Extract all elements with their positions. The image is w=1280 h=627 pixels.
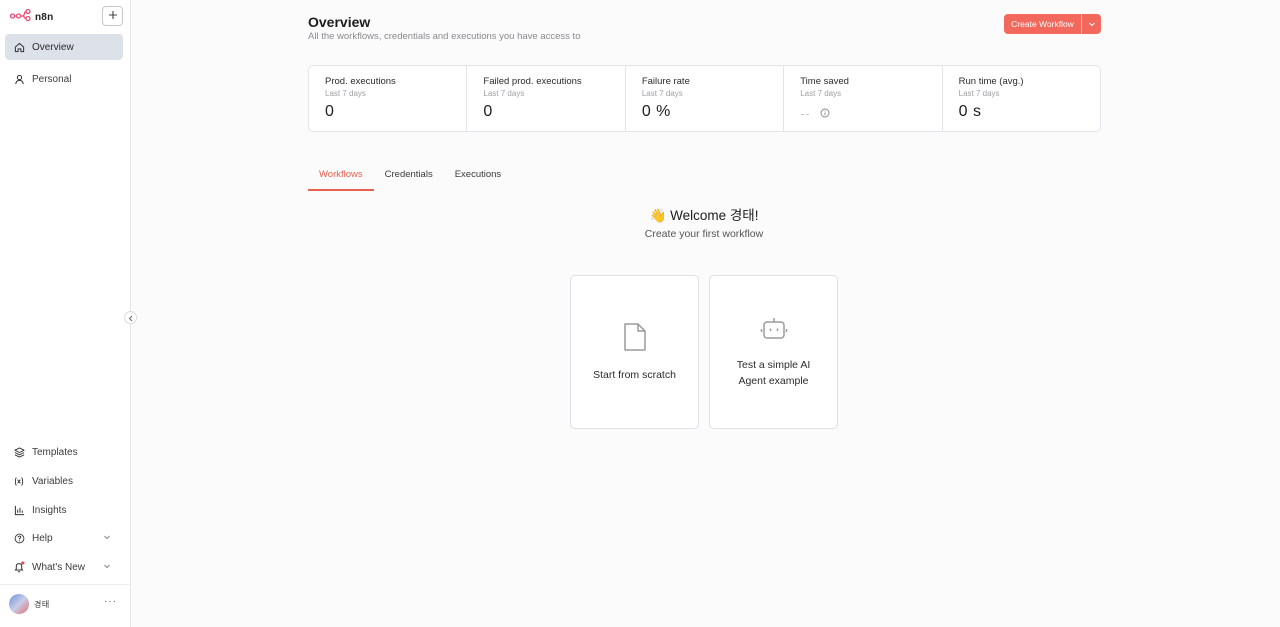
start-from-scratch-card[interactable]: Start from scratch <box>570 275 699 429</box>
file-icon <box>622 322 648 357</box>
user-icon <box>13 73 25 85</box>
sidebar-item-label: Variables <box>32 475 73 487</box>
sidebar-item-label: Personal <box>32 73 72 85</box>
home-icon <box>13 41 25 53</box>
templates-icon <box>13 446 25 458</box>
brand-name: n8n <box>35 11 54 23</box>
card-label-line: Agent example <box>738 374 809 387</box>
brand-logo[interactable]: n8n <box>9 8 54 26</box>
chart-bar-icon <box>13 504 25 516</box>
chevron-left-icon <box>128 309 134 327</box>
collapse-sidebar-button[interactable] <box>124 311 137 324</box>
welcome-heading: 👋 Welcome 경태! <box>649 208 759 223</box>
sidebar-item-label: Overview <box>32 41 74 53</box>
stat-label: Time saved <box>800 76 849 87</box>
tab-executions[interactable]: Executions <box>444 166 512 186</box>
user-name: 경태 <box>34 599 50 609</box>
chevron-down-icon <box>1088 15 1096 33</box>
stat-value: 0 <box>325 103 335 120</box>
sidebar-item-templates[interactable]: Templates <box>5 439 123 465</box>
n8n-logo-icon <box>9 8 31 26</box>
resource-tabs: Workflows Credentials Executions <box>308 166 512 191</box>
stat-prod-executions[interactable]: Prod. executions Last 7 days 0 <box>309 66 468 131</box>
chevron-down-icon <box>103 533 111 544</box>
stat-run-time[interactable]: Run time (avg.) Last 7 days 0 s <box>943 66 1100 131</box>
sidebar-divider <box>0 584 130 585</box>
stat-label: Prod. executions <box>325 76 396 87</box>
user-menu[interactable]: 경태 ··· <box>9 594 121 614</box>
sidebar-item-help[interactable]: Help <box>5 525 123 551</box>
stat-label: Failed prod. executions <box>483 76 582 87</box>
stat-time-saved[interactable]: Time saved Last 7 days -- <box>784 66 943 131</box>
stat-period: Last 7 days <box>641 89 683 98</box>
info-icon[interactable] <box>820 106 830 121</box>
ai-agent-example-card[interactable]: Test a simple AI Agent example <box>709 275 838 429</box>
stat-failure-rate[interactable]: Failure rate Last 7 days 0 % <box>626 66 785 131</box>
card-label: Test a simple AI Agent example <box>737 357 811 389</box>
variables-icon <box>13 475 25 487</box>
insights-summary: Prod. executions Last 7 days 0 Failed pr… <box>308 65 1101 132</box>
create-workflow-button-group: Create Workflow <box>1004 14 1101 34</box>
stat-value: -- <box>800 106 810 121</box>
stat-period: Last 7 days <box>325 89 366 98</box>
more-options-icon[interactable]: ··· <box>104 597 117 607</box>
plus-icon <box>108 7 118 25</box>
sidebar-item-whats-new[interactable]: What's New <box>5 554 123 580</box>
card-label: Start from scratch <box>593 368 676 381</box>
robot-icon <box>760 316 788 347</box>
add-new-button[interactable] <box>102 6 123 26</box>
stat-value: 0 s <box>958 103 982 120</box>
sidebar-item-personal[interactable]: Personal <box>5 66 123 92</box>
sidebar-item-label: What's New <box>32 561 86 573</box>
stat-period: Last 7 days <box>483 89 525 98</box>
sidebar-item-insights[interactable]: Insights <box>5 497 123 523</box>
sidebar-item-variables[interactable]: Variables <box>5 468 123 494</box>
stat-period: Last 7 days <box>958 89 1000 98</box>
chevron-down-icon <box>103 562 111 573</box>
stat-value: 0 <box>483 103 493 120</box>
sidebar-item-label: Insights <box>32 504 67 516</box>
create-workflow-dropdown-button[interactable] <box>1081 14 1101 34</box>
sidebar-item-overview[interactable]: Overview <box>5 34 123 60</box>
tab-workflows[interactable]: Workflows <box>308 166 374 191</box>
create-workflow-button[interactable]: Create Workflow <box>1004 14 1081 34</box>
avatar <box>9 594 29 614</box>
stat-value-row: -- <box>800 106 941 121</box>
page-subtitle: All the workflows, credentials and execu… <box>308 31 581 42</box>
sidebar-item-label: Templates <box>32 446 78 458</box>
card-label-line: Test a simple AI <box>736 358 811 371</box>
page-title: Overview <box>308 14 371 30</box>
stat-value: 0 % <box>641 103 671 120</box>
help-icon <box>13 532 25 544</box>
stat-failed-prod-executions[interactable]: Failed prod. executions Last 7 days 0 <box>467 66 626 131</box>
stat-label: Failure rate <box>641 76 690 87</box>
tab-credentials[interactable]: Credentials <box>374 166 444 186</box>
sidebar: n8n Overview Personal Templates Variable… <box>0 0 137 627</box>
bell-icon <box>13 561 25 573</box>
stat-period: Last 7 days <box>800 89 842 98</box>
stat-label: Run time (avg.) <box>958 76 1024 87</box>
welcome-subheading: Create your first workflow <box>644 228 764 240</box>
sidebar-item-label: Help <box>32 532 53 544</box>
app-root: n8n Overview Personal Templates Variable… <box>0 0 1280 627</box>
